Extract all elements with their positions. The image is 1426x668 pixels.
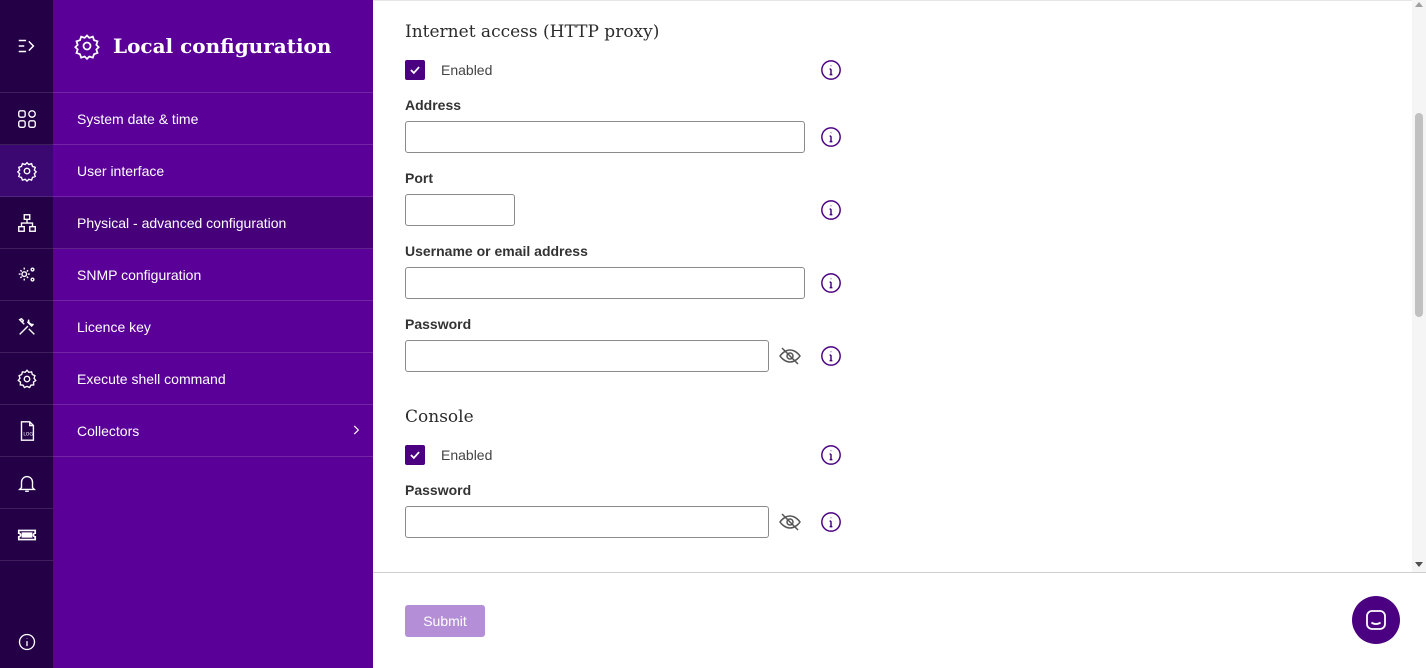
rail-item-notifications[interactable]	[0, 457, 53, 509]
rail-item-local-configuration[interactable]	[0, 145, 53, 197]
port-label: Port	[405, 170, 433, 186]
sidebar-item-label: Collectors	[77, 422, 140, 439]
info-icon[interactable]	[820, 444, 842, 466]
address-input[interactable]	[405, 121, 805, 153]
sidebar-item-label: System date & time	[77, 110, 199, 127]
rail-item-settings[interactable]	[0, 353, 53, 405]
sidebar-item-label: SNMP configuration	[77, 266, 202, 283]
network-topology-icon	[17, 213, 36, 232]
rail-item-dashboard[interactable]	[0, 93, 53, 145]
username-label: Username or email address	[405, 243, 588, 259]
scroll-down-arrow[interactable]	[1415, 562, 1423, 567]
sidebar-item-collectors[interactable]: Collectors	[53, 405, 373, 457]
info-icon[interactable]	[820, 272, 842, 294]
expand-menu-button[interactable]	[0, 0, 53, 93]
sidebar-item-licence-key[interactable]: Licence key	[53, 301, 373, 353]
chat-icon	[1366, 610, 1386, 630]
info-icon[interactable]	[820, 345, 842, 367]
sidebar-item-execute-shell-command[interactable]: Execute shell command	[53, 353, 373, 405]
sidebar-item-physical-advanced-configuration[interactable]: Physical - advanced configuration	[53, 197, 373, 249]
gears-icon	[18, 266, 35, 282]
sidebar-title: Local configuration	[113, 34, 332, 58]
proxy-section-title: Internet access (HTTP proxy)	[405, 22, 660, 42]
rail-item-logs[interactable]: LOG	[0, 405, 53, 457]
dashboard-grid-icon	[17, 109, 36, 128]
console-password-label: Password	[405, 482, 472, 498]
info-icon[interactable]	[820, 199, 842, 221]
info-icon	[18, 633, 35, 651]
settings-gear-icon	[16, 368, 37, 388]
rail-item-info[interactable]	[0, 616, 53, 668]
gear-location-icon	[16, 161, 37, 182]
scroll-up-arrow[interactable]	[1415, 2, 1423, 7]
log-file-icon: LOG	[20, 420, 34, 441]
proxy-password-label: Password	[405, 316, 472, 332]
sidebar-header: Local configuration	[53, 0, 373, 93]
sidebar: Local configuration System date & time U…	[53, 0, 373, 668]
main-content: Internet access (HTTP proxy) Enabled Add…	[373, 0, 1412, 572]
console-enabled-checkbox[interactable]	[405, 445, 425, 465]
expand-menu-icon	[18, 39, 34, 53]
info-icon[interactable]	[820, 511, 842, 533]
console-section-title: Console	[405, 407, 474, 427]
form-footer: Submit	[373, 572, 1426, 668]
info-icon[interactable]	[820, 126, 842, 148]
icon-rail: LOG	[0, 0, 53, 668]
rail-item-tools[interactable]	[0, 301, 53, 353]
sidebar-item-label: Physical - advanced configuration	[77, 214, 287, 231]
info-icon[interactable]	[820, 59, 842, 81]
username-input[interactable]	[405, 267, 805, 299]
checkmark-icon	[410, 66, 420, 75]
sidebar-item-system-date-time[interactable]: System date & time	[53, 93, 373, 145]
checkmark-icon	[410, 451, 420, 460]
rail-item-tickets[interactable]	[0, 509, 53, 561]
submit-button[interactable]: Submit	[405, 605, 485, 637]
sidebar-item-label: User interface	[77, 162, 165, 179]
proxy-password-input[interactable]	[405, 340, 769, 372]
sidebar-item-label: Execute shell command	[77, 370, 226, 387]
eye-off-icon[interactable]	[778, 344, 802, 368]
sidebar-item-snmp-configuration[interactable]: SNMP configuration	[53, 249, 373, 301]
svg-text:LOG: LOG	[23, 431, 33, 437]
chevron-right-icon	[353, 425, 360, 435]
console-password-input[interactable]	[405, 506, 769, 538]
gear-location-icon	[74, 34, 100, 60]
sidebar-item-label: Licence key	[77, 318, 151, 335]
proxy-enabled-checkbox[interactable]	[405, 60, 425, 80]
proxy-enabled-label: Enabled	[441, 62, 493, 78]
rail-item-services[interactable]	[0, 249, 53, 301]
chat-button[interactable]	[1352, 596, 1400, 644]
eye-off-icon[interactable]	[778, 510, 802, 534]
console-enabled-label: Enabled	[441, 447, 493, 463]
sidebar-item-user-interface[interactable]: User interface	[53, 145, 373, 197]
ticket-icon	[17, 529, 36, 540]
port-input[interactable]	[405, 194, 515, 226]
main-scrollbar[interactable]	[1412, 0, 1426, 572]
tools-icon	[18, 317, 35, 335]
scroll-thumb[interactable]	[1415, 113, 1423, 317]
address-label: Address	[405, 97, 462, 113]
rail-item-network[interactable]	[0, 197, 53, 249]
bell-icon	[17, 475, 36, 492]
